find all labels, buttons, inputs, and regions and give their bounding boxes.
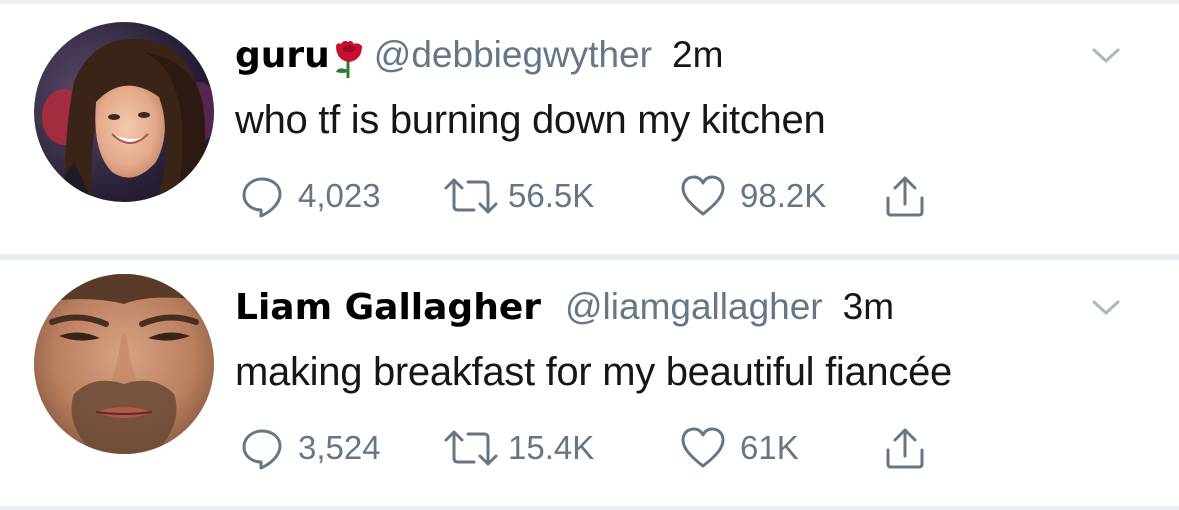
avatar[interactable] <box>34 274 214 454</box>
retweet-count: 56.5K <box>508 177 595 214</box>
chevron-down-icon[interactable] <box>1086 44 1126 68</box>
share-button[interactable] <box>883 172 927 220</box>
heart-icon <box>680 174 726 218</box>
share-icon <box>883 426 927 470</box>
like-button[interactable]: 61K <box>680 424 799 472</box>
like-count: 61K <box>740 429 799 466</box>
reply-button[interactable]: 4,023 <box>240 172 381 220</box>
reply-button[interactable]: 3,524 <box>240 424 381 472</box>
user-handle[interactable]: @liamgallagher <box>565 286 823 328</box>
tweet-header: guru @debbiegwyther 2m <box>235 34 723 84</box>
chevron-down-icon[interactable] <box>1086 296 1126 320</box>
share-icon <box>883 174 927 218</box>
retweet-button[interactable]: 15.4K <box>440 424 594 472</box>
tweet-text: who tf is burning down my kitchen <box>235 98 826 142</box>
tweet-header: Liam Gallagher @liamgallagher 3m <box>235 286 894 336</box>
tweet-text: making breakfast for my beautiful fiancé… <box>235 350 952 394</box>
action-bar: 3,524 15.4K 61K <box>240 424 960 472</box>
like-button[interactable]: 98.2K <box>680 172 826 220</box>
heart-icon <box>680 426 726 470</box>
retweet-icon <box>440 174 502 218</box>
share-button[interactable] <box>883 424 927 472</box>
user-handle[interactable]: @debbiegwyther <box>374 34 652 76</box>
action-bar: 4,023 56.5K 98.2K <box>240 172 960 220</box>
bottom-divider <box>0 506 1179 510</box>
retweet-button[interactable]: 56.5K <box>440 172 594 220</box>
reply-count: 3,524 <box>298 429 381 466</box>
speech-bubble-icon <box>240 174 284 218</box>
retweet-count: 15.4K <box>508 429 595 466</box>
timestamp[interactable]: 2m <box>672 34 723 76</box>
speech-bubble-icon <box>240 426 284 470</box>
retweet-icon <box>440 426 502 470</box>
avatar[interactable] <box>34 22 214 202</box>
tweet[interactable]: Liam Gallagher @liamgallagher 3m making … <box>0 256 1179 506</box>
reply-count: 4,023 <box>298 177 381 214</box>
like-count: 98.2K <box>740 177 827 214</box>
display-name[interactable]: guru <box>235 35 330 76</box>
timestamp[interactable]: 3m <box>843 286 894 328</box>
rose-emoji-icon <box>332 38 366 80</box>
display-name[interactable]: Liam Gallagher <box>235 287 541 328</box>
tweet[interactable]: guru @debbiegwyther 2m who tf is burning… <box>0 4 1179 260</box>
